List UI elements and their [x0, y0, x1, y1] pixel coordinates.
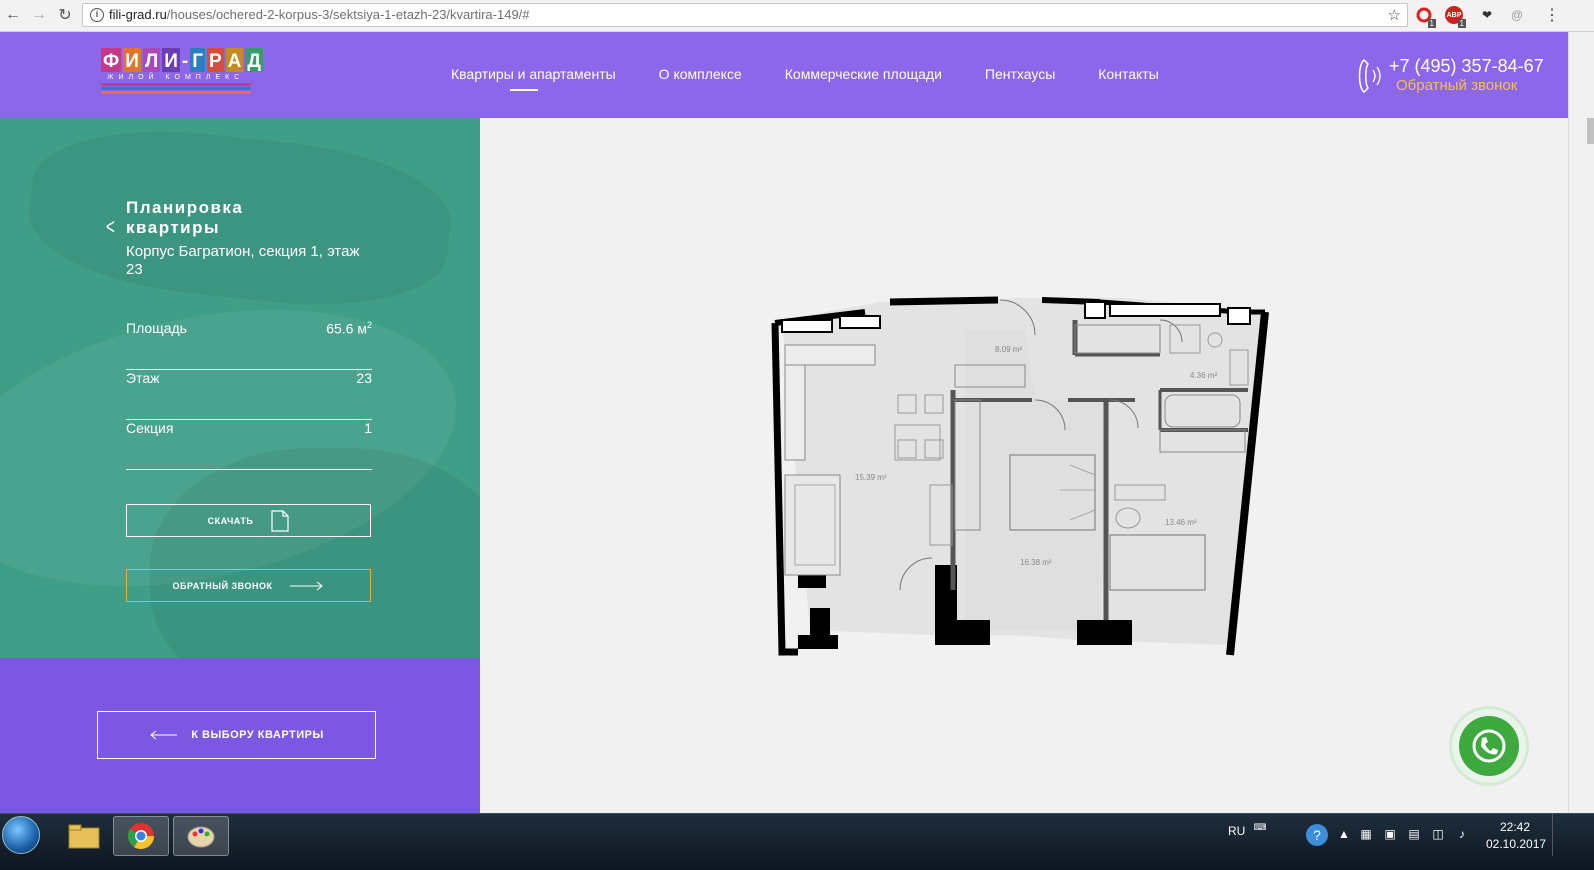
site-header: Ф И Л И - Г Р А Д ЖИЛОЙ КОМПЛЕКС Квартир… — [0, 32, 1568, 118]
phone-number[interactable]: +7 (495) 357-84-67 — [1389, 56, 1544, 77]
network-icon[interactable]: ◫ — [1430, 827, 1446, 843]
volume-icon[interactable]: ♪ — [1454, 827, 1470, 843]
apartment-floorplan[interactable]: 15.39 m² 8.09 m² 4.36 m² 16.38 m² 13.46 … — [770, 290, 1275, 660]
handset-icon — [1472, 729, 1506, 763]
bookmark-star-icon[interactable]: ☆ — [1388, 5, 1401, 26]
extension-badge: 1 — [1427, 19, 1436, 28]
logo[interactable]: Ф И Л И - Г Р А Д ЖИЛОЙ КОМПЛЕКС — [101, 48, 263, 106]
forward-arrow-icon[interactable]: → — [28, 4, 50, 26]
address-bar[interactable]: i fili-grad.ru/houses/ochered-2-korpus-3… — [82, 3, 1408, 27]
logo-subtitle: ЖИЛОЙ КОМПЛЕКС — [107, 74, 245, 81]
room-label: 16.38 m² — [1020, 558, 1052, 567]
logo-letter: Л — [142, 48, 161, 72]
main-menu: Квартиры и апартаменты О комплексе Комме… — [451, 66, 1159, 91]
extension-badge: 1 — [1457, 19, 1466, 28]
room-label: 15.39 m² — [855, 473, 887, 482]
start-button-icon[interactable] — [2, 816, 40, 854]
clock-time[interactable]: 22:42 — [1500, 820, 1530, 834]
stat-row-section: Секция 1 — [126, 420, 372, 470]
stat-value: 1 — [364, 420, 372, 436]
browser-toolbar: ← → ↻ i fili-grad.ru/houses/ochered-2-ko… — [0, 0, 1594, 32]
menu-item-about[interactable]: О комплексе — [659, 66, 742, 82]
callback-label: ОБРАТНЫЙ ЗВОНОК — [172, 580, 273, 591]
back-panel: К ВЫБОРУ КВАРТИРЫ — [0, 658, 480, 813]
logo-letter: И — [123, 48, 141, 72]
menu-item-commercial[interactable]: Коммерческие площади — [785, 66, 942, 82]
logo-letter: Ф — [101, 48, 122, 72]
stat-label: Этаж — [126, 370, 160, 386]
logo-letter: Г — [190, 48, 205, 72]
show-desktop-divider — [1552, 814, 1553, 856]
browser-menu-icon[interactable]: ⋮ — [1542, 5, 1562, 25]
os-taskbar: RU ⌨ ? ▲ ▦ ▣ ▤ ◫ ♪ 22:42 02.10.2017 — [0, 813, 1594, 870]
document-icon — [271, 509, 289, 532]
stat-row-area: Площадь 65.6 м2 — [126, 320, 372, 370]
help-icon[interactable]: ? — [1306, 824, 1328, 846]
file-explorer-icon[interactable] — [56, 816, 112, 856]
room-label: 13.46 m² — [1165, 518, 1197, 527]
menu-item-contacts[interactable]: Контакты — [1098, 66, 1158, 82]
stat-label: Площадь — [126, 320, 187, 336]
clock-date[interactable]: 02.10.2017 — [1486, 837, 1546, 851]
site-info-icon[interactable]: i — [90, 8, 104, 22]
windows-flag-icon[interactable]: ▦ — [1358, 827, 1374, 843]
page-scrollbar[interactable] — [1568, 32, 1594, 813]
back-to-selection-button[interactable]: К ВЫБОРУ КВАРТИРЫ — [97, 711, 376, 759]
chevron-up-icon[interactable]: ▲ — [1336, 827, 1352, 843]
stat-label: Секция — [126, 420, 174, 436]
back-arrow-icon[interactable]: ← — [2, 4, 24, 26]
adblock-icon[interactable]: ABP 1 — [1444, 5, 1466, 28]
clipboard-icon[interactable]: ▤ — [1406, 827, 1422, 843]
arrow-left-icon — [150, 730, 178, 740]
chevron-left-icon[interactable]: < — [106, 214, 115, 240]
extension-at-icon[interactable]: @ — [1507, 5, 1527, 25]
logo-letter: Д — [245, 48, 263, 72]
paint-taskbar-icon[interactable] — [173, 816, 229, 856]
chrome-taskbar-icon[interactable] — [113, 816, 169, 856]
download-label: СКАЧАТЬ — [207, 515, 254, 526]
logo-letter: А — [225, 48, 244, 72]
callback-link[interactable]: Обратный звонок — [1396, 77, 1517, 94]
call-widget-button[interactable] — [1449, 706, 1529, 786]
plan-title: Планировка квартиры — [126, 198, 244, 237]
keyboard-icon[interactable]: ⌨ — [1252, 822, 1268, 838]
stat-value: 65.6 м2 — [326, 320, 372, 337]
floorplan-area: 15.39 m² 8.09 m² 4.36 m² 16.38 m² 13.46 … — [480, 118, 1568, 813]
plan-info-panel: < Планировка квартиры Корпус Багратион, … — [0, 118, 480, 658]
logo-letter: Р — [206, 48, 224, 72]
url-domain: fili-grad.ru — [109, 7, 167, 22]
back-label: К ВЫБОРУ КВАРТИРЫ — [191, 729, 324, 741]
language-indicator[interactable]: RU — [1228, 824, 1245, 838]
menu-item-penthouses[interactable]: Пентхаусы — [985, 66, 1055, 82]
logo-stripes — [101, 83, 255, 94]
tray-app-icon[interactable]: ▣ — [1382, 827, 1398, 843]
reload-icon[interactable]: ↻ — [54, 4, 76, 26]
extension-opera-icon[interactable]: 1 — [1414, 5, 1436, 28]
download-button[interactable]: СКАЧАТЬ — [126, 504, 371, 537]
arrow-right-icon — [290, 581, 324, 590]
url-path: /houses/ochered-2-korpus-3/sektsiya-1-et… — [166, 7, 530, 22]
logo-letter: - — [181, 51, 189, 72]
callback-button[interactable]: ОБРАТНЫЙ ЗВОНОК — [126, 569, 371, 602]
extension-key-icon[interactable]: ❤ — [1477, 5, 1497, 25]
menu-item-apartments[interactable]: Квартиры и апартаменты — [451, 66, 616, 91]
plan-subtitle: Корпус Багратион, секция 1, этаж 23 — [126, 243, 360, 278]
stat-row-floor: Этаж 23 — [126, 370, 372, 420]
phone-icon — [1356, 58, 1384, 94]
logo-letter: И — [162, 48, 180, 72]
room-label: 4.36 m² — [1190, 371, 1217, 380]
room-label: 8.09 m² — [995, 345, 1022, 354]
stat-value: 23 — [356, 370, 372, 386]
